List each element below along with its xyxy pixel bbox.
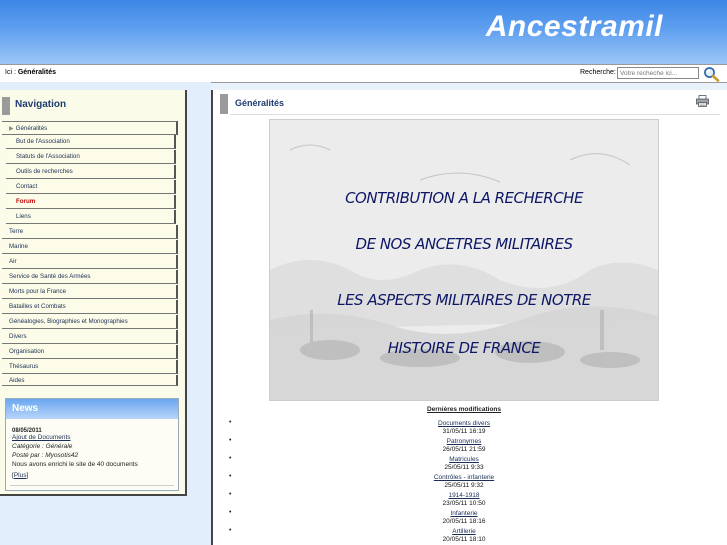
list-bullet: • xyxy=(229,491,232,498)
recent-change-date: 20/05/11 18:16 xyxy=(442,518,486,525)
sidebar-item-label: Thésaurus xyxy=(9,363,39,370)
sidebar-item-genealogies[interactable]: Généalogies, Biographies et Monographies xyxy=(2,315,178,329)
news-more: [Plus] xyxy=(12,472,28,479)
sidebar-item-label: Morts pour la France xyxy=(9,288,67,295)
news-text: Nous avons enrichi le site de 40 documen… xyxy=(12,461,138,468)
nav-title: Navigation xyxy=(15,99,67,110)
sidebar-item-label: Divers xyxy=(9,333,27,340)
list-bullet: • xyxy=(229,455,232,462)
banner-line-4: HISTOIRE DE FRANCE xyxy=(387,339,541,357)
battle-scene-illustration xyxy=(270,120,658,400)
sidebar-item-thesaurus[interactable]: Thésaurus xyxy=(2,360,178,374)
sidebar-item-batailles[interactable]: Batailles et Combats xyxy=(2,300,178,314)
news-more-close: ] xyxy=(26,472,29,479)
recent-change-date: 26/05/11 21:59 xyxy=(442,446,486,453)
recent-change-link[interactable]: Contrôles - infanterie xyxy=(363,474,565,481)
list-bullet: • xyxy=(229,437,232,444)
sidebar-item-outils[interactable]: Outils de recherches xyxy=(6,165,176,179)
sidebar-item-contact[interactable]: Contact xyxy=(6,180,176,194)
printer-icon[interactable] xyxy=(696,95,709,107)
sidebar-item-label: Outils de recherches xyxy=(16,168,73,175)
sidebar-item-divers[interactable]: Divers xyxy=(2,330,178,344)
sidebar-item-label: Liens xyxy=(16,213,31,220)
recent-change-date: 20/05/11 18:10 xyxy=(442,536,486,543)
site-header: Ancestramil xyxy=(0,0,727,64)
sidebar-item-label: Aides xyxy=(9,377,25,384)
recent-change-date: 25/05/11 9:33 xyxy=(444,464,484,471)
top-bar: Ici : Généralités Recherche: xyxy=(0,64,727,83)
sidebar-item-label: Air xyxy=(9,258,17,265)
site-title[interactable]: Ancestramil xyxy=(486,10,663,44)
news-header: News xyxy=(6,399,178,419)
news-more-link[interactable]: Plus xyxy=(14,472,27,479)
sidebar-item-sante[interactable]: Service de Santé des Armées xyxy=(2,270,178,284)
recent-change-link[interactable]: Infanterie xyxy=(363,510,565,517)
sidebar-item-air[interactable]: Air xyxy=(2,255,178,269)
recent-change-date: 25/05/11 9:32 xyxy=(444,482,484,489)
sidebar-item-statuts[interactable]: Statuts de l'Association xyxy=(6,150,176,164)
sidebar-item-label: Statuts de l'Association xyxy=(16,153,80,160)
title-divider xyxy=(230,114,720,115)
sidebar-item-morts[interactable]: Morts pour la France xyxy=(2,285,178,299)
list-bullet: • xyxy=(229,419,232,426)
recent-change-date: 31/05/11 16:19 xyxy=(442,428,486,435)
welcome-banner: CONTRIBUTION A LA RECHERCHE DE NOS ANCET… xyxy=(269,119,659,401)
sidebar-item-label: Terre xyxy=(9,228,24,235)
breadcrumb-prefix: Ici : xyxy=(5,69,18,76)
news-item-link[interactable]: Ajout de Documents xyxy=(12,434,71,441)
recent-change-link[interactable]: Patronymes xyxy=(363,438,565,445)
magnifier-icon[interactable] xyxy=(703,66,720,82)
recent-change-link[interactable]: Artillerie xyxy=(363,528,565,535)
search-label: Recherche: xyxy=(580,69,616,76)
recent-change-link[interactable]: Matricules xyxy=(363,456,565,463)
sidebar-item-marine[interactable]: Marine xyxy=(2,240,178,254)
banner-line-3: LES ASPECTS MILITAIRES DE NOTRE xyxy=(337,291,591,309)
news-title: News xyxy=(12,403,39,414)
sidebar-item-label: Marine xyxy=(9,243,28,250)
sidebar-item-label: But de l'Association xyxy=(16,138,70,145)
news-poster: Posté par : Myosotis42 xyxy=(12,452,79,459)
sidebar-item-liens[interactable]: Liens xyxy=(6,210,176,224)
sidebar-item-forum[interactable]: Forum xyxy=(6,195,176,209)
recent-change-link[interactable]: 1914-1918 xyxy=(363,492,565,499)
list-bullet: • xyxy=(229,527,232,534)
banner-line-2: DE NOS ANCETRES MILITAIRES xyxy=(355,235,573,253)
sidebar-item-label: Généalogies, Biographies et Monographies xyxy=(9,318,128,325)
nav-title-marker xyxy=(2,97,10,115)
sidebar-item-label: Contact xyxy=(16,183,38,190)
sidebar-item-label: Batailles et Combats xyxy=(9,303,66,310)
recent-change-date: 23/05/11 10:50 xyxy=(442,500,486,507)
main-title-marker xyxy=(220,94,228,114)
news-category: Catégorie : Générale xyxy=(12,443,73,450)
list-bullet: • xyxy=(229,509,232,516)
sidebar-item-label: Service de Santé des Armées xyxy=(9,273,91,280)
sidebar-item-terre[interactable]: Terre xyxy=(2,225,178,239)
page-title: Généralités xyxy=(235,98,285,108)
news-divider xyxy=(10,485,174,486)
sidebar-item-label: Organisation xyxy=(9,348,45,355)
search-input[interactable] xyxy=(617,67,699,79)
sidebar-item-generalites[interactable]: ▶ Généralités xyxy=(2,121,178,135)
recent-change-link[interactable]: Documents divers xyxy=(363,420,565,427)
sidebar-item-organisation[interactable]: Organisation xyxy=(2,345,178,359)
breadcrumb-current[interactable]: Généralités xyxy=(18,69,56,76)
breadcrumb: Ici : Généralités xyxy=(5,69,56,76)
sidebar-item-aides[interactable]: Aides xyxy=(2,375,178,386)
sidebar-item-but-association[interactable]: But de l'Association xyxy=(6,135,176,149)
list-bullet: • xyxy=(229,473,232,480)
sidebar-item-label: Forum xyxy=(16,198,36,205)
banner-line-1: CONTRIBUTION A LA RECHERCHE xyxy=(345,189,583,207)
recent-changes-title: Dernières modifications xyxy=(426,406,502,413)
sidebar-item-label: Généralités xyxy=(15,125,48,132)
news-box: News 08/05/2011 Ajout de Documents Catég… xyxy=(5,398,179,491)
